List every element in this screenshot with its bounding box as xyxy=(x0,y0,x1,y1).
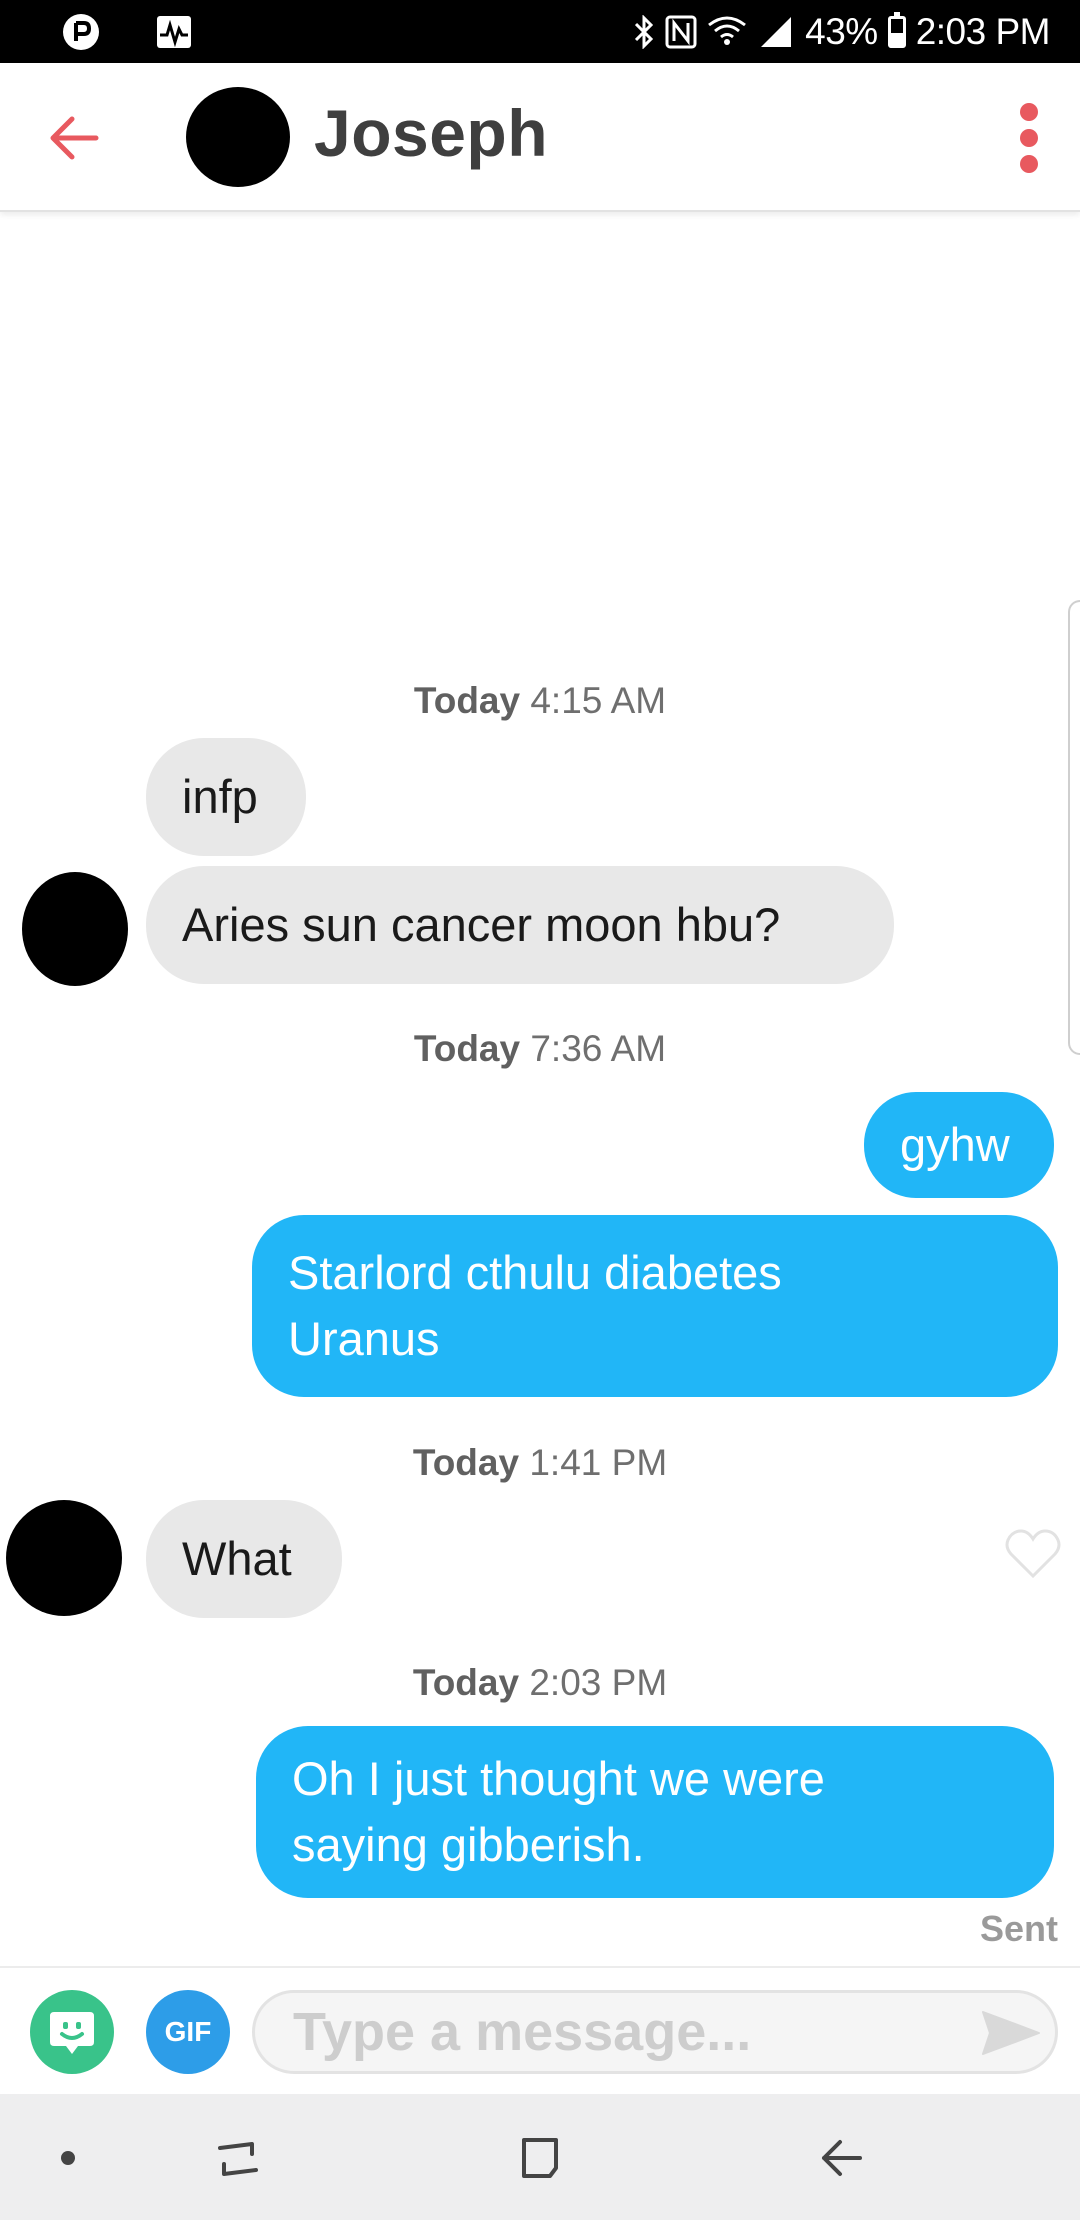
timestamp-time: 7:36 AM xyxy=(530,1028,667,1069)
message-text: gyhw xyxy=(900,1118,1010,1171)
timestamp-time: 4:15 AM xyxy=(530,680,667,721)
incoming-message[interactable]: Aries sun cancer moon hbu? xyxy=(146,866,894,984)
home-icon[interactable] xyxy=(498,2116,582,2200)
system-nav-bar xyxy=(0,2094,1080,2220)
status-time: 2:03 PM xyxy=(915,10,1051,52)
message-text: What xyxy=(182,1532,292,1585)
message-input[interactable] xyxy=(252,1990,1058,2074)
pulse-monitor-icon xyxy=(157,16,191,48)
timestamp-day: Today xyxy=(412,1662,520,1703)
compose-bar: GIF xyxy=(0,1966,1080,2096)
nfc-icon xyxy=(665,15,697,48)
message-line: Oh I just thought we were xyxy=(292,1752,825,1805)
outgoing-message[interactable]: Starlord cthulu diabetes Uranus xyxy=(252,1215,1058,1397)
message-text: Aries sun cancer moon hbu? xyxy=(182,898,781,951)
contact-name[interactable]: Joseph xyxy=(314,95,548,171)
sender-avatar[interactable] xyxy=(22,872,128,986)
battery-icon xyxy=(887,11,906,48)
battery-percent: 43% xyxy=(805,10,878,52)
message-text: infp xyxy=(182,770,258,823)
message-timestamp: Today 2:03 PM xyxy=(0,1662,1080,1704)
wifi-icon xyxy=(708,16,747,45)
send-icon[interactable] xyxy=(980,2008,1042,2058)
contact-avatar[interactable] xyxy=(186,87,290,187)
recent-apps-icon[interactable] xyxy=(196,2116,280,2200)
timestamp-day: Today xyxy=(413,680,521,721)
message-text: Oh I just thought we were saying gibberi… xyxy=(292,1746,825,1878)
message-text: Starlord cthulu diabetes Uranus xyxy=(288,1240,782,1372)
incoming-message[interactable]: infp xyxy=(146,738,306,856)
dot-icon[interactable] xyxy=(26,2116,110,2200)
timestamp-day: Today xyxy=(413,1028,521,1069)
message-line: saying gibberish. xyxy=(292,1818,645,1871)
more-vertical-icon[interactable] xyxy=(1000,103,1060,213)
message-line: Starlord cthulu diabetes xyxy=(288,1246,782,1299)
scroll-thumb[interactable] xyxy=(1068,600,1080,1055)
message-timestamp: Today 1:41 PM xyxy=(0,1442,1080,1484)
message-timestamp: Today 4:15 AM xyxy=(0,680,1080,722)
delivery-status: Sent xyxy=(979,1908,1058,1949)
back-arrow-icon[interactable] xyxy=(40,103,110,173)
incoming-message[interactable]: What xyxy=(146,1500,342,1618)
like-heart-icon[interactable] xyxy=(1004,1528,1062,1580)
message-line: Uranus xyxy=(288,1312,440,1365)
outgoing-message[interactable]: Oh I just thought we were saying gibberi… xyxy=(256,1726,1054,1898)
status-bar: 43% 2:03 PM xyxy=(0,0,1080,63)
signal-icon xyxy=(761,16,792,47)
back-icon[interactable] xyxy=(800,2116,884,2200)
timestamp-time: 2:03 PM xyxy=(529,1662,668,1703)
chat-header: Joseph xyxy=(0,63,1080,212)
bluetooth-icon xyxy=(635,14,654,49)
gif-button[interactable]: GIF xyxy=(146,1990,230,2074)
sender-avatar[interactable] xyxy=(6,1500,122,1616)
sticker-smile-icon xyxy=(50,2012,94,2054)
timestamp-day: Today xyxy=(412,1442,520,1483)
system-status: 43% 2:03 PM xyxy=(633,0,1051,63)
play-circle-icon xyxy=(63,14,99,50)
timestamp-time: 1:41 PM xyxy=(529,1442,668,1483)
outgoing-message[interactable]: gyhw xyxy=(864,1092,1054,1198)
message-timestamp: Today 7:36 AM xyxy=(0,1028,1080,1070)
sticker-button[interactable] xyxy=(30,1990,114,2074)
